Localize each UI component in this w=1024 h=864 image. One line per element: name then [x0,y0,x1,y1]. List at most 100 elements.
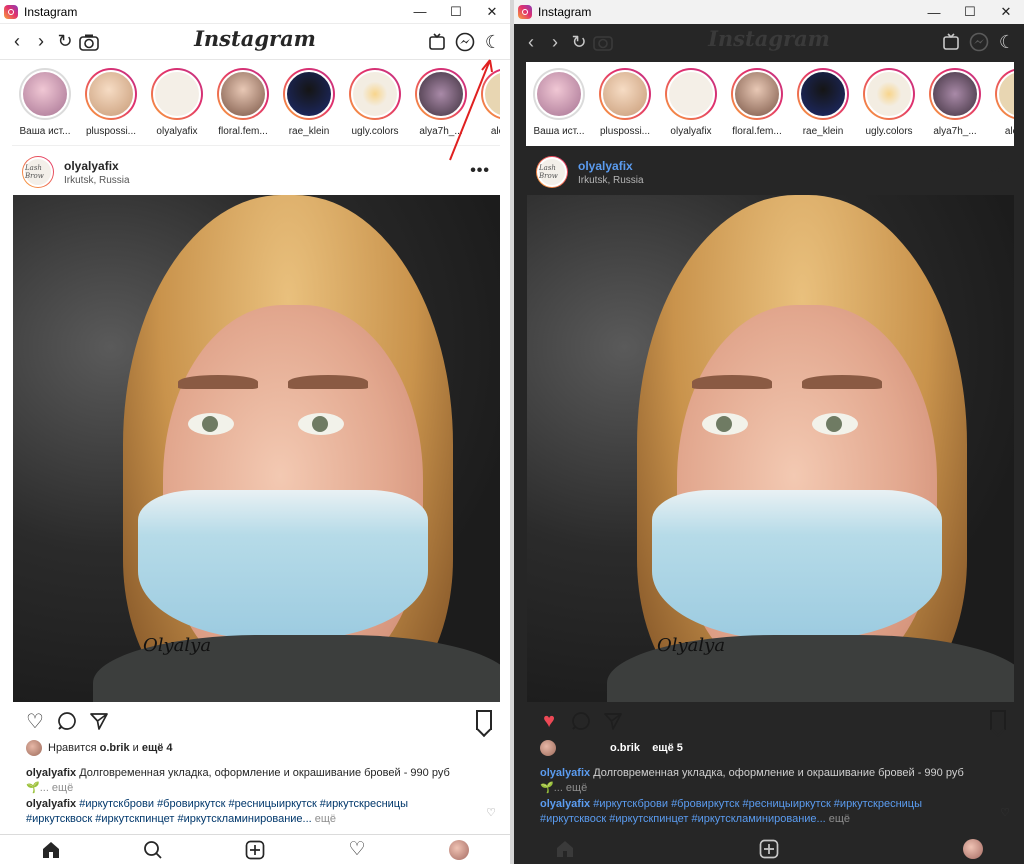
liker-avatar [26,740,42,756]
story-item[interactable]: floral.fem... [210,62,276,145]
post-photo[interactable]: Olyalya [13,195,500,702]
comment-more-link[interactable]: ещё [315,813,336,825]
window-title: Instagram [538,5,592,19]
story-item[interactable]: floral.fem... [724,62,790,146]
forward-icon[interactable]: › [544,31,566,53]
activity-heart-icon[interactable]: ♡ [345,838,369,862]
likes-count[interactable]: ещё 4 [142,742,173,754]
profile-avatar-icon[interactable] [961,837,985,861]
likes-row: Нравится o.brik и ещё 4 [26,739,173,757]
caption-more-link[interactable]: ... ещё [40,782,74,794]
post-comment: olyalyafix #иркутскброви #бровиркутск #р… [540,798,923,825]
comment-icon[interactable] [568,708,594,734]
messenger-icon[interactable] [968,31,990,53]
story-item[interactable]: pluspossi... [592,62,658,146]
post-avatar[interactable]: Lash Brow [536,156,568,188]
profile-avatar-icon[interactable] [447,838,471,862]
activity-heart-icon[interactable] [859,837,883,861]
maximize-button[interactable]: ☐ [952,0,988,24]
story-name: olyalyafix [670,126,712,137]
instagram-window-light: Instagram — ☐ ✕ Instagram ‹ › ↻ ☾ Ваша и… [0,0,510,864]
camera-icon[interactable] [78,31,100,53]
refresh-icon[interactable]: ↻ [568,31,590,53]
refresh-icon[interactable]: ↻ [54,31,76,53]
post-header: Lash Brow olyalyafix Irkutsk, Russia ••• [536,152,1014,192]
story-item[interactable]: olyalyafix [144,62,210,145]
home-icon[interactable] [39,838,63,862]
maximize-button[interactable]: ☐ [438,0,474,24]
story-item[interactable]: rae_klein [276,62,342,145]
story-item[interactable]: alya7h_... [922,62,988,146]
comment-more-link[interactable]: ещё [829,813,850,825]
liker-username[interactable]: o.brik [610,742,640,754]
story-item[interactable]: alya7h_... [408,62,474,145]
liker-username[interactable]: o.brik [100,742,130,754]
home-icon[interactable] [553,837,577,861]
new-post-icon[interactable] [757,837,781,861]
save-bookmark-icon[interactable] [990,710,1006,730]
new-post-icon[interactable] [243,838,267,862]
messenger-icon[interactable] [454,31,476,53]
story-item[interactable]: Ваша ист... [12,62,78,145]
story-item[interactable]: ugly.colors [856,62,922,146]
window-title: Instagram [24,4,78,19]
likes-count[interactable]: ещё 5 [652,742,683,754]
post-location[interactable]: Irkutsk, Russia [64,175,130,186]
story-name: alya7h_... [933,126,977,137]
back-icon[interactable]: ‹ [520,31,542,53]
save-bookmark-icon[interactable] [476,710,492,730]
minimize-button[interactable]: — [402,0,438,24]
post-caption: olyalyafix Долговременная укладка, оформ… [540,767,964,794]
share-icon[interactable] [86,708,112,734]
post-avatar[interactable]: Lash Brow [22,156,54,188]
caption-more-link[interactable]: ... ещё [554,782,588,794]
camera-icon[interactable] [592,31,614,53]
comment-username[interactable]: olyalyafix [540,798,590,810]
caption-username[interactable]: olyalyafix [540,767,590,779]
story-item[interactable]: Ваша ист... [526,62,592,146]
post-username[interactable]: olyalyafix [578,159,644,173]
back-icon[interactable]: ‹ [6,31,28,53]
stories-bar: Ваша ист... pluspossi... olyalyafix flor… [526,62,1014,146]
igtv-icon[interactable] [940,31,962,53]
like-heart-icon[interactable]: ♡ [22,708,48,734]
igtv-icon[interactable] [426,31,448,53]
dark-mode-moon-icon[interactable]: ☾ [482,31,504,53]
close-button[interactable]: ✕ [988,0,1024,24]
instagram-window-dark: Instagram — ☐ ✕ Instagram ‹ › ↻ ☾ Ваша и… [514,0,1024,864]
story-item[interactable]: pluspossi... [78,62,144,145]
story-name: rae_klein [802,126,844,137]
post-options-icon[interactable]: ••• [470,162,490,180]
minimize-button[interactable]: — [916,0,952,24]
story-name: rae_klein [288,126,330,137]
post-photo[interactable]: Olyalya [527,195,1014,702]
comment-like-icon[interactable]: ♡ [1000,806,1010,819]
story-name: Ваша ист... [533,126,585,137]
light-mode-moon-icon[interactable]: ☾ [996,31,1018,53]
liked-heart-icon[interactable]: ♥ [536,708,562,734]
story-name: pluspossi... [599,126,651,137]
story-item[interactable]: rae_klein [790,62,856,146]
post-caption: olyalyafix Долговременная укладка, оформ… [26,767,450,794]
forward-icon[interactable]: › [30,31,52,53]
post-options-icon[interactable]: ••• [984,162,1004,180]
post-username[interactable]: olyalyafix [64,159,130,173]
title-bar: Instagram — ☐ ✕ [514,0,1024,24]
search-icon[interactable] [655,837,679,861]
close-button[interactable]: ✕ [474,0,510,24]
story-name: pluspossi... [85,126,137,137]
watermark-signature: Olyalya [657,635,726,656]
caption-username[interactable]: olyalyafix [26,767,76,779]
story-item[interactable]: ugly.colors [342,62,408,145]
post-comment: olyalyafix #иркутскброви #бровиркутск #р… [26,798,409,825]
post-location[interactable]: Irkutsk, Russia [578,175,644,186]
story-item[interactable]: olyalyafix [658,62,724,146]
search-icon[interactable] [141,838,165,862]
story-item[interactable]: alexa... [988,62,1014,146]
story-name: floral.fem... [218,126,268,137]
share-icon[interactable] [600,708,626,734]
comment-username[interactable]: olyalyafix [26,798,76,810]
story-item[interactable]: alexa... [474,62,500,145]
comment-icon[interactable] [54,708,80,734]
comment-like-icon[interactable]: ♡ [486,806,496,819]
